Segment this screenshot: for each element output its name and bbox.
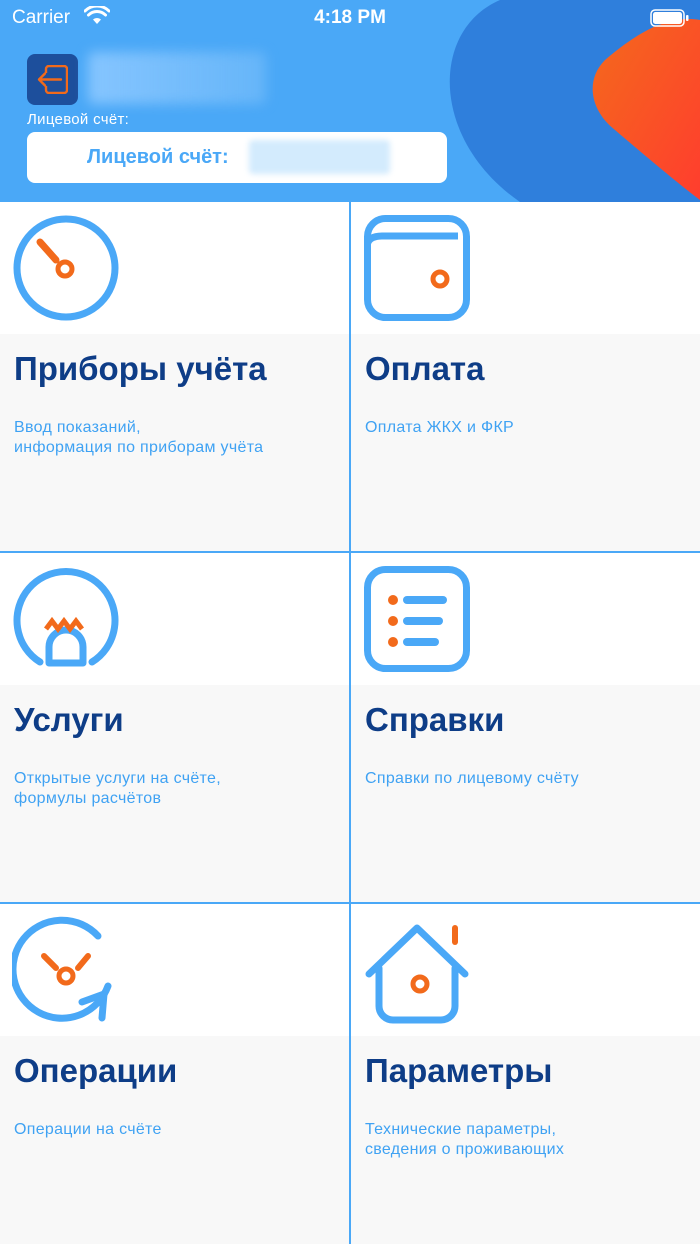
- wallet-icon: [364, 215, 470, 321]
- account-selector[interactable]: Лицевой счёт:: [27, 132, 447, 183]
- tile-title: Операции: [14, 1052, 178, 1089]
- tile-title: Параметры: [365, 1052, 553, 1089]
- lightbulb-icon: [13, 567, 119, 667]
- clock: 4:18 PM: [314, 7, 386, 28]
- meter-gauge-icon: [13, 215, 119, 321]
- tile-payment[interactable]: Оплата Оплата ЖКХ и ФКР: [351, 202, 700, 553]
- account-box-label: Лицевой счёт:: [87, 146, 229, 168]
- list-document-icon: [364, 566, 470, 672]
- tile-description: Технические параметры, сведения о прожив…: [365, 1121, 565, 1158]
- account-name-redacted: [88, 52, 266, 104]
- tile-description: Ввод показаний, информация по приборам у…: [14, 419, 264, 456]
- grid-divider-vertical: [349, 202, 351, 1244]
- grid-divider-horizontal: [0, 902, 700, 904]
- tile-title: Справки: [365, 701, 505, 738]
- tile-description: Справки по лицевому счёту: [365, 770, 579, 787]
- logout-button[interactable]: [27, 54, 78, 105]
- tile-description: Оплата ЖКХ и ФКР: [365, 419, 515, 436]
- status-bar: Carrier 4:18 PM: [0, 0, 700, 36]
- account-caption: Лицевой счёт:: [27, 111, 130, 128]
- tile-meters[interactable]: Приборы учёта Ввод показаний, информация…: [0, 202, 349, 553]
- battery-icon: [650, 9, 690, 32]
- tile-parameters[interactable]: Параметры Технические параметры, сведени…: [351, 904, 700, 1244]
- tile-title: Услуги: [14, 701, 124, 738]
- tile-operations[interactable]: Операции Операции на счёте: [0, 904, 349, 1244]
- grid-divider-horizontal: [0, 551, 700, 553]
- tile-description: Открытые услуги на счёте, формулы расчёт…: [14, 770, 221, 807]
- tile-certificates[interactable]: Справки Справки по лицевому счёту: [351, 553, 700, 904]
- tile-services[interactable]: Услуги Открытые услуги на счёте, формулы…: [0, 553, 349, 904]
- house-icon: [365, 924, 469, 1024]
- tile-title: Приборы учёта: [14, 350, 267, 387]
- refresh-clock-icon: [12, 916, 112, 1022]
- header: Carrier 4:18 PM Лицевой счёт: Лицевой сч…: [0, 0, 700, 202]
- tile-description: Операции на счёте: [14, 1121, 162, 1138]
- tile-title: Оплата: [365, 350, 485, 387]
- logout-icon: [37, 65, 68, 94]
- account-number-redacted: [249, 140, 390, 174]
